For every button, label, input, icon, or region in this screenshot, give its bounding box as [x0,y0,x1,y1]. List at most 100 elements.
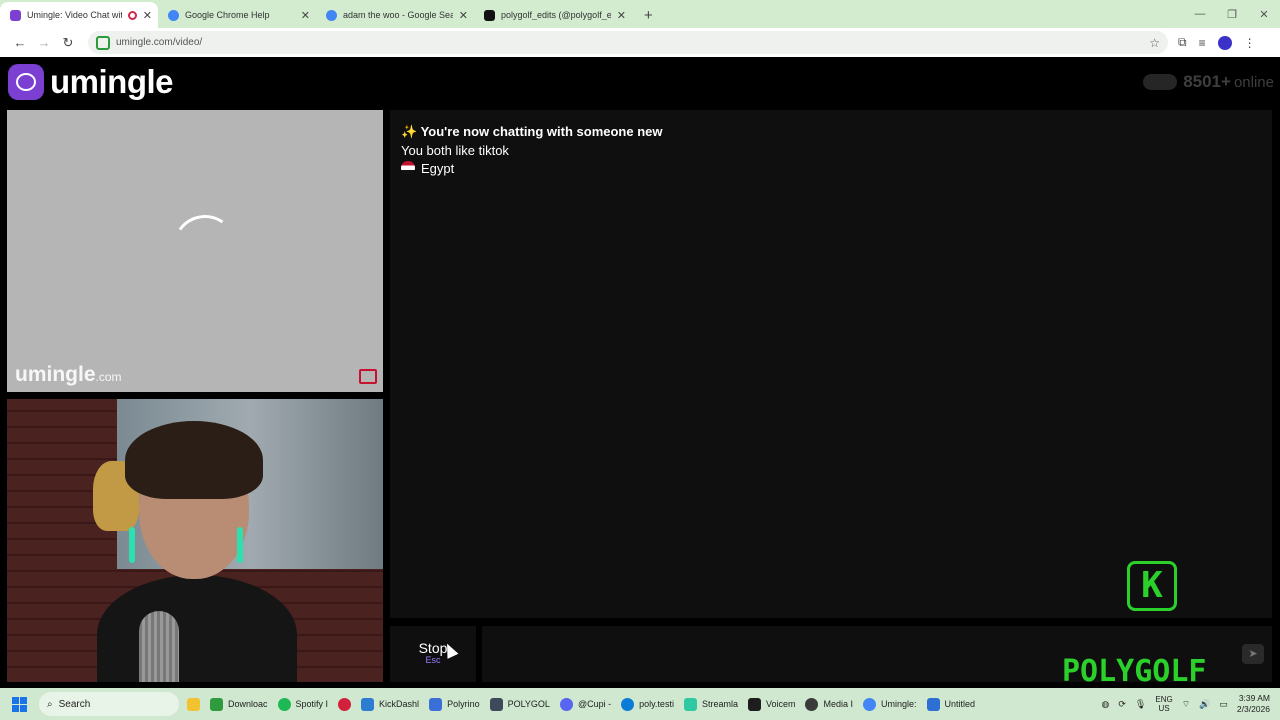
polygolf-k-logo: K [1127,561,1177,611]
taskbar-label: Voicem [765,699,796,709]
wifi-icon[interactable]: ⌔ [1182,699,1190,710]
country-text: Egypt [421,161,455,176]
microphone-icon[interactable]: 🎙 [1135,699,1146,710]
taskbar-item[interactable]: @Cupi - [559,697,611,711]
date: 2/3/2026 [1236,704,1270,714]
tab-umingle[interactable]: Umingle: Video Chat with S ✕ [0,2,158,28]
headset-light-right [237,527,243,563]
taskbar-item[interactable]: KickDashl [361,697,420,711]
tab-tiktok[interactable]: polygolf_edits (@polygolf_edits ✕ [474,2,632,28]
tab-chrome-help[interactable]: Google Chrome Help ✕ [158,2,316,28]
close-tab-icon[interactable]: ✕ [301,9,310,22]
tab-title: polygolf_edits (@polygolf_edits [501,10,611,20]
vscode-icon [361,697,375,711]
taskbar-item[interactable]: Media I [805,697,853,711]
system-message-intro: ✨ You're now chatting with someone new [401,123,1261,142]
theme-toggle[interactable] [1143,74,1178,90]
taskbar-item[interactable]: Untitled [926,697,976,711]
camera-in-use-icon[interactable] [96,35,110,50]
taskbar-item[interactable]: Polyrino [429,697,480,711]
stop-button[interactable]: Stop Esc [390,626,476,682]
opera-icon [338,697,352,711]
pen-icon [429,697,443,711]
search-label: Search [58,698,91,710]
taskbar-item[interactable]: Umingle: [863,697,917,711]
close-tab-icon[interactable]: ✕ [459,9,468,22]
taskbar-item[interactable]: Downloac [210,697,268,711]
microphone [139,611,179,682]
chrome-icon [863,697,876,711]
profile-avatar-icon[interactable] [1217,35,1232,50]
report-flag-icon[interactable] [359,369,377,384]
taskbar-item[interactable] [338,697,352,711]
taskbar-item[interactable]: Streamla [683,697,738,711]
notepad-icon [926,697,940,711]
lang-bottom: US [1158,704,1170,713]
taskbar-label: Media I [823,699,853,709]
taskbar-label: Spotify I [295,699,329,709]
reload-icon[interactable]: ↻ [56,35,80,51]
media-controls-icon[interactable]: ≡ [1199,36,1206,50]
self-video [7,399,383,682]
file-explorer-icon[interactable] [187,697,200,711]
bookmark-star-icon[interactable]: ☆ [1149,36,1160,50]
umingle-favicon-icon [10,9,21,21]
windows-start-icon[interactable] [12,696,27,712]
online-count: 8501 [1183,72,1222,91]
new-tab-plus-icon[interactable]: + [644,7,653,24]
umingle-logo[interactable]: umingle [8,63,174,101]
tiktok-favicon-icon [484,9,495,21]
minimize-icon[interactable]: — [1184,8,1216,20]
battery-icon[interactable]: ▭ [1219,699,1228,710]
sparkles-icon: ✨ [401,124,418,139]
taskbar-item[interactable]: poly.testi [621,697,674,711]
send-icon[interactable]: ➤ [1242,644,1264,664]
restore-icon[interactable]: ❐ [1216,8,1248,21]
back-arrow-icon[interactable]: ← [8,35,32,50]
tab-title: Umingle: Video Chat with S [27,10,122,20]
egypt-flag-icon [401,161,415,175]
discord-tray-icon[interactable]: ◍ [1102,699,1110,710]
taskbar-label: poly.testi [639,699,674,709]
close-window-icon[interactable]: ✕ [1248,8,1280,21]
close-tab-icon[interactable]: ✕ [617,9,626,22]
spotify-icon [277,697,291,711]
google-favicon-icon [168,9,179,21]
taskbar-label: Untitled [944,699,976,709]
taskbar-search[interactable]: ⌕ Search [39,692,179,716]
forward-arrow-icon[interactable]: → [32,35,56,50]
edge-icon [621,697,635,711]
windows-taskbar: ⌕ Search Downloac Spotify I KickDashl Po… [0,688,1280,720]
taskbar-item[interactable]: Voicem [747,697,796,711]
volume-icon[interactable]: 🔊 [1199,699,1210,710]
url-text[interactable]: umingle.com/video/ [116,37,1149,48]
system-tray: ◍ ⟳ 🎙 ENG US ⌔ 🔊 ▭ 3:39 AM 2/3/2026 [1102,693,1280,715]
extensions-icon[interactable]: ⧉ [1178,35,1187,50]
taskbar-label: POLYGOL [507,699,550,709]
menu-kebab-icon[interactable]: ⋮ [1244,36,1256,50]
sync-icon[interactable]: ⟳ [1118,699,1126,710]
taskbar-item[interactable]: Spotify I [277,697,329,711]
intro-text: You're now chatting with someone new [420,124,663,139]
lang-top: ENG [1155,695,1173,704]
taskbar-label: Downloac [228,699,268,709]
address-bar[interactable]: umingle.com/video/ ☆ [88,31,1168,54]
time: 3:39 AM [1238,693,1270,703]
close-tab-icon[interactable]: ✕ [143,9,152,22]
recording-icon [127,10,137,20]
online-label: online [1233,74,1274,91]
taskbar-item[interactable]: POLYGOL [489,697,550,711]
search-icon: ⌕ [47,698,53,710]
media-player-icon [805,697,819,711]
taskbar-label: Umingle: [881,699,917,709]
stranger-video: umingle.com [7,110,383,392]
clock[interactable]: 3:39 AM 2/3/2026 [1237,693,1270,715]
window-controls: — ❐ ✕ [1184,0,1280,28]
taskbar-label: Streamla [701,699,738,709]
tab-google-search[interactable]: adam the woo - Google Search ✕ [316,2,474,28]
language-indicator[interactable]: ENG US [1155,695,1172,713]
polygolf-brand-text: POLYGOLF [1062,654,1207,689]
stop-shortcut: Esc [425,655,441,665]
taskbar-label: KickDashl [379,699,420,709]
window-icon [489,697,503,711]
